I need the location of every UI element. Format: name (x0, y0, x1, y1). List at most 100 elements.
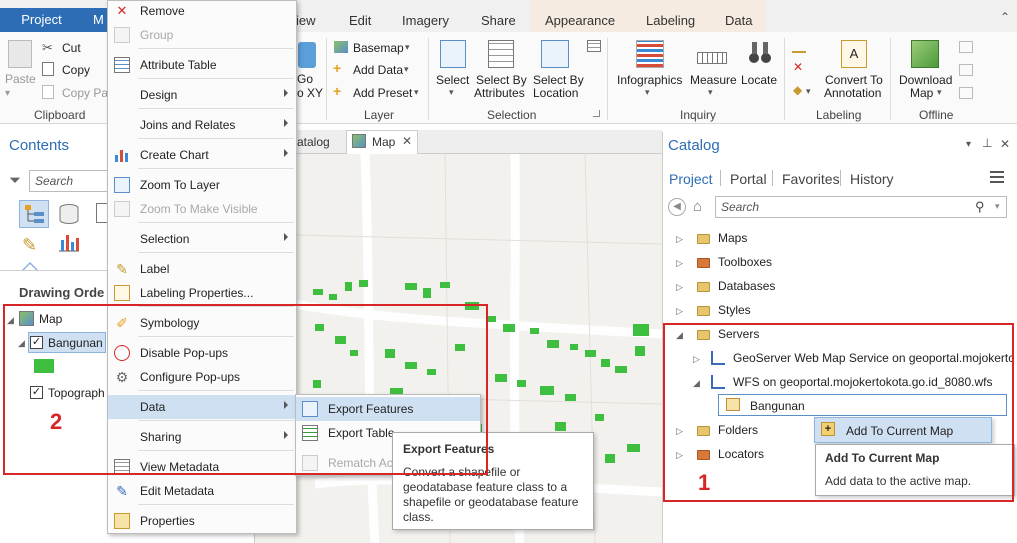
copy-path-button[interactable]: Copy Pat (62, 86, 111, 100)
menu-separator (138, 78, 294, 79)
map-tab-icon (352, 134, 366, 148)
styles-expand-icon[interactable]: ▷ (676, 306, 683, 317)
search-icon[interactable]: ⚲ (975, 199, 985, 215)
tooltip-line: class. (403, 510, 434, 524)
select-dropdown-icon[interactable]: ▾ (449, 87, 454, 98)
offline-settings-icon[interactable] (959, 87, 973, 99)
search-options-dropdown-icon[interactable]: ▾ (995, 201, 1000, 212)
cut-button[interactable]: Cut (62, 41, 81, 55)
catalog-item-styles[interactable]: Styles (718, 303, 751, 317)
filter-icon[interactable]: ⏷ (9, 172, 21, 189)
label-pause-icon[interactable] (792, 41, 806, 53)
catalog-item-maps[interactable]: Maps (718, 231, 747, 245)
databases-expand-icon[interactable]: ▷ (676, 282, 683, 293)
menu-item-edit-metadata[interactable]: ✎ Edit Metadata (108, 479, 296, 503)
tab-map[interactable]: M (83, 8, 108, 32)
paste-icon[interactable] (8, 40, 32, 68)
label-lock-icon[interactable]: ◆ (793, 83, 802, 97)
convert-to-annotation-button[interactable]: Convert To (825, 73, 883, 87)
catalog-tab-project[interactable]: Project (669, 171, 713, 187)
measure-button[interactable]: Measure (690, 73, 737, 87)
menu-item-remove[interactable]: ✕ Remove (108, 0, 296, 23)
menu-item-label[interactable]: ✎ Label (108, 257, 296, 281)
locate-button[interactable]: Locate (741, 73, 777, 87)
create-chart-icon (114, 147, 130, 163)
download-map-label: Map (910, 86, 934, 100)
map-tab-close-icon[interactable]: ✕ (402, 134, 412, 148)
menu-item-attribute-table[interactable]: Attribute Table (108, 53, 296, 77)
tab-appearance[interactable]: Appearance (545, 0, 615, 32)
tab-view[interactable]: iew (296, 0, 316, 32)
select-button[interactable]: Select (436, 73, 469, 87)
ribbon-collapse-icon[interactable]: ⌃ (1000, 10, 1010, 24)
menu-item-selection[interactable]: Selection (108, 227, 296, 251)
catalog-search-input[interactable]: Search (715, 196, 1007, 218)
list-by-labeling-icon[interactable]: ✎ (22, 235, 37, 256)
select-by-location-button[interactable]: Select By (533, 73, 584, 87)
tab-data[interactable]: Data (725, 0, 752, 32)
measure-dropdown-icon[interactable]: ▾ (708, 87, 713, 98)
menu-item-zoom-to-layer[interactable]: Zoom To Layer (108, 173, 296, 197)
go-to-xy-button[interactable]: Go (297, 72, 313, 86)
add-data-button[interactable]: Add Data (353, 63, 403, 77)
selection-launcher-icon[interactable] (593, 110, 600, 117)
download-map-icon (911, 40, 939, 68)
toolboxes-expand-icon[interactable]: ▷ (676, 258, 683, 269)
add-preset-dropdown-icon[interactable]: ▾ (414, 87, 419, 98)
ribbon-separator (326, 38, 327, 120)
sync-icon[interactable] (959, 41, 973, 53)
add-preset-button[interactable]: Add Preset (353, 86, 412, 100)
paste-button[interactable]: Paste (5, 72, 36, 86)
label-icon: ✎ (116, 261, 128, 277)
add-data-dropdown-icon[interactable]: ▾ (404, 64, 409, 75)
tab-edit[interactable]: Edit (349, 0, 371, 32)
catalog-tab-portal[interactable]: Portal (730, 171, 767, 187)
menu-item-properties[interactable]: Properties (108, 509, 296, 533)
attributes-icon[interactable] (587, 40, 601, 52)
back-icon[interactable]: ◀ (668, 198, 686, 216)
menu-separator (138, 138, 294, 139)
select-icon (440, 40, 466, 68)
home-icon[interactable]: ⌂ (693, 198, 702, 215)
infographics-icon (636, 40, 664, 68)
tab-project[interactable]: Project (0, 8, 83, 32)
remove-offline-icon[interactable] (959, 64, 973, 76)
menu-item-labeling-properties[interactable]: Labeling Properties... (108, 281, 296, 305)
maps-expand-icon[interactable]: ▷ (676, 234, 683, 245)
tab-divider (720, 170, 721, 186)
menu-item-create-chart[interactable]: Create Chart (108, 143, 296, 167)
catalog-tab-favorites[interactable]: Favorites (782, 171, 840, 187)
catalog-item-toolboxes[interactable]: Toolboxes (718, 255, 772, 269)
tab-labeling[interactable]: Labeling (646, 0, 695, 32)
tab-imagery[interactable]: Imagery (402, 0, 449, 32)
select-by-attributes-button[interactable]: Select By (476, 73, 527, 87)
menu-separator (138, 48, 294, 49)
copy-button[interactable]: Copy (62, 63, 90, 77)
download-map-button[interactable]: Download (899, 73, 952, 87)
menu-item-joins-and-relates[interactable]: Joins and Relates (108, 113, 296, 137)
infographics-button[interactable]: Infographics (617, 73, 682, 87)
label-lock-dropdown-icon[interactable]: ▾ (806, 86, 811, 97)
tab-share[interactable]: Share (481, 0, 516, 32)
infographics-dropdown-icon[interactable]: ▾ (645, 87, 650, 98)
label-clear-icon[interactable]: ✕ (793, 60, 803, 74)
contents-search-input[interactable]: Search (29, 170, 109, 192)
list-by-data-source-icon[interactable] (58, 203, 80, 225)
basemap-dropdown-icon[interactable]: ▾ (405, 42, 410, 53)
menu-item-design[interactable]: Design (108, 83, 296, 107)
paste-dropdown-icon[interactable]: ▾ (5, 88, 10, 99)
basemap-button[interactable]: Basemap (353, 41, 404, 55)
catalog-tab-history[interactable]: History (850, 171, 894, 187)
measure-icon (697, 52, 727, 64)
pin-icon[interactable]: ⊥ (982, 136, 992, 150)
map-tab-label: Map (372, 135, 396, 149)
catalog-menu-icon[interactable] (990, 171, 1004, 183)
tab-catalog-view[interactable]: atalog (297, 135, 330, 149)
list-by-drawing-order-icon[interactable] (19, 200, 49, 228)
catalog-item-databases[interactable]: Databases (718, 279, 775, 293)
convert-to-annotation-icon: A (841, 40, 867, 68)
download-map-dropdown-icon[interactable]: ▾ (937, 87, 942, 98)
pane-close-icon[interactable]: ✕ (1000, 137, 1010, 151)
list-by-charts-icon[interactable] (58, 232, 80, 252)
pane-options-icon[interactable]: ▾ (966, 139, 971, 150)
